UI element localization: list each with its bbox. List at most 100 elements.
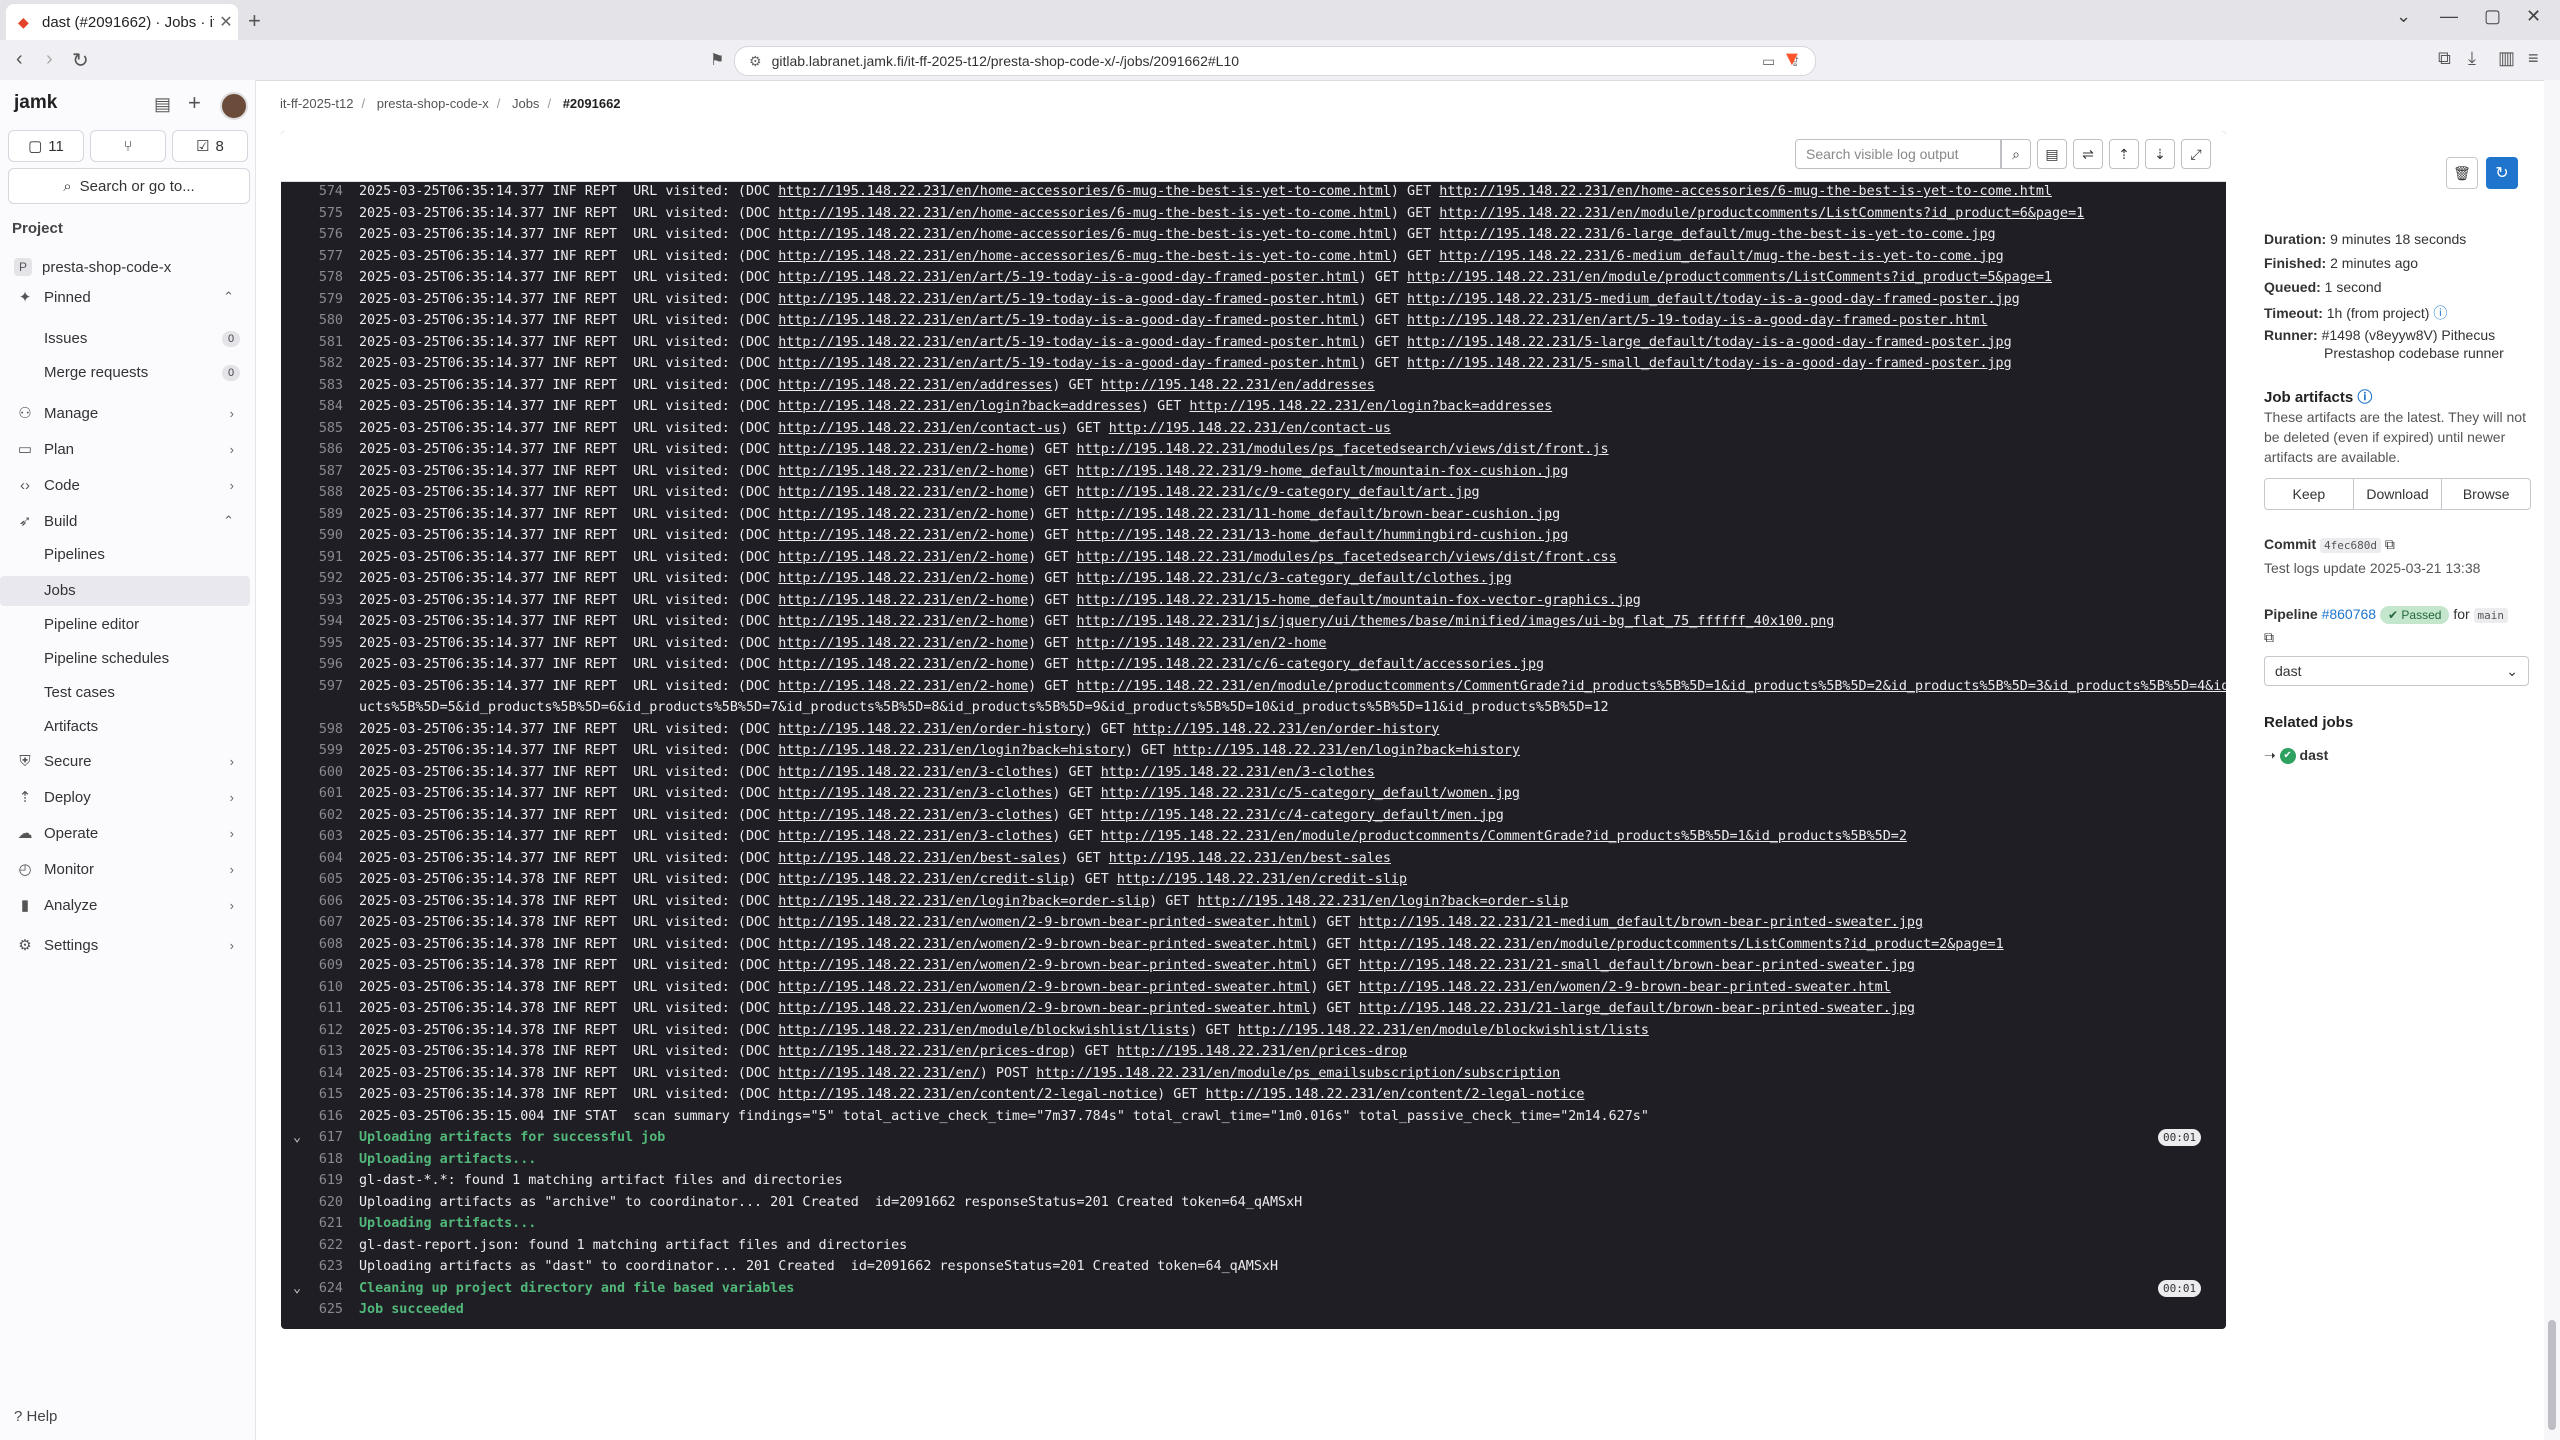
log-url-link[interactable]: http://195.148.22.231/5-large_default/to…	[1407, 335, 2012, 350]
log-url-link[interactable]: http://195.148.22.231/en/best-sales	[1109, 851, 1391, 866]
breadcrumb-job-id[interactable]: #2091662	[563, 96, 621, 111]
log-line-number[interactable]: 601	[281, 783, 343, 805]
page-scrollbar[interactable]	[2544, 80, 2560, 1440]
wrap-lines-button[interactable]: ⇌	[2073, 139, 2103, 169]
log-line-number[interactable]: 585	[281, 418, 343, 440]
copy-icon[interactable]: ⧉	[2264, 629, 2274, 646]
sidebar-item-analyze[interactable]: ▮ Analyze ›	[0, 890, 248, 920]
log-line-number[interactable]: 595	[281, 633, 343, 655]
window-close-icon[interactable]: ✕	[2526, 6, 2541, 27]
log-line-number[interactable]: 609	[281, 955, 343, 977]
log-url-link[interactable]: http://195.148.22.231/en/module/blockwis…	[778, 1023, 1189, 1038]
log-url-link[interactable]: http://195.148.22.231/13-home_default/hu…	[1077, 528, 1569, 543]
log-url-link[interactable]: http://195.148.22.231/en/login?back=orde…	[1197, 894, 1568, 909]
log-url-link[interactable]: http://195.148.22.231/en/module/ps_email…	[1036, 1066, 1560, 1081]
log-url-link[interactable]: http://195.148.22.231/en/module/productc…	[1407, 270, 2052, 285]
sidebar-item-pipelines[interactable]: Pipelines	[44, 546, 105, 563]
log-url-link[interactable]: http://195.148.22.231/en/2-home	[778, 593, 1028, 608]
url-bar[interactable]: ⚙ gitlab.labranet.jamk.fi/it-ff-2025-t12…	[734, 46, 1816, 76]
log-url-link[interactable]: http://195.148.22.231/21-small_default/b…	[1359, 958, 1915, 973]
new-tab-icon[interactable]: +	[248, 8, 261, 34]
log-url-link[interactable]: http://195.148.22.231/en/login?back=addr…	[778, 399, 1141, 414]
log-url-link[interactable]: http://195.148.22.231/en/module/productc…	[1359, 937, 2004, 952]
log-line-number[interactable]: 614	[281, 1063, 343, 1085]
pipeline-ref[interactable]: main	[2473, 608, 2509, 623]
log-url-link[interactable]: http://195.148.22.231/en/prices-drop	[1117, 1044, 1407, 1059]
log-line-number[interactable]: 594	[281, 611, 343, 633]
back-icon[interactable]: ‹	[16, 48, 23, 71]
log-url-link[interactable]: http://195.148.22.231/en/home-accessorie…	[778, 184, 1391, 199]
log-line-number[interactable]: 587	[281, 461, 343, 483]
sidebar-item-deploy[interactable]: ⇡ Deploy ›	[0, 782, 248, 812]
sidebar-item-issues[interactable]: Issues	[44, 330, 87, 347]
log-line-number[interactable]: 607	[281, 912, 343, 934]
pinned-section[interactable]: ✦ Pinned ⌃	[0, 282, 248, 312]
sidebar-item-pipeline-schedules[interactable]: Pipeline schedules	[44, 650, 169, 667]
help-button[interactable]: ? Help	[14, 1408, 57, 1425]
log-url-link[interactable]: http://195.148.22.231/en/login?back=orde…	[778, 894, 1149, 909]
log-url-link[interactable]: http://195.148.22.231/en/women/2-9-brown…	[778, 980, 1310, 995]
log-url-link[interactable]: http://195.148.22.231/en/module/productc…	[1077, 679, 2226, 694]
log-line-number[interactable]: 577	[281, 246, 343, 268]
log-url-link[interactable]: http://195.148.22.231/en/art/5-19-today-…	[778, 335, 1358, 350]
log-line-number[interactable]: 589	[281, 504, 343, 526]
log-url-link[interactable]: http://195.148.22.231/en/order-history	[1133, 722, 1439, 737]
log-url-link[interactable]: http://195.148.22.231/c/4-category_defau…	[1101, 808, 1504, 823]
log-url-link[interactable]: http://195.148.22.231/21-medium_default/…	[1359, 915, 1923, 930]
avatar[interactable]	[220, 92, 248, 120]
sidebar-item-operate[interactable]: ☁ Operate ›	[0, 818, 248, 848]
log-url-link[interactable]: http://195.148.22.231/en/3-clothes	[778, 765, 1052, 780]
log-line-number[interactable]: 617	[281, 1127, 343, 1149]
log-url-link[interactable]: http://195.148.22.231/modules/ps_faceted…	[1077, 442, 1609, 457]
mr-counter-button[interactable]: ⑂	[90, 130, 166, 162]
log-url-link[interactable]: http://195.148.22.231/js/jquery/ui/theme…	[1077, 614, 1835, 629]
sidebar-item-monitor[interactable]: ◴ Monitor ›	[0, 854, 248, 884]
log-url-link[interactable]: http://195.148.22.231/en/art/5-19-today-…	[778, 313, 1358, 328]
log-line-number[interactable]: 606	[281, 891, 343, 913]
log-url-link[interactable]: http://195.148.22.231/en/	[778, 1066, 980, 1081]
log-url-link[interactable]: http://195.148.22.231/en/2-home	[778, 442, 1028, 457]
log-url-link[interactable]: http://195.148.22.231/en/3-clothes	[778, 829, 1052, 844]
log-url-link[interactable]: http://195.148.22.231/11-home_default/br…	[1077, 507, 1561, 522]
sidebar-toggle-icon[interactable]: ▥	[2498, 48, 2515, 69]
brave-shield-icon[interactable]: ▼	[1782, 48, 1802, 71]
log-url-link[interactable]: http://195.148.22.231/en/content/2-legal…	[1206, 1087, 1585, 1102]
log-url-link[interactable]: http://195.148.22.231/5-small_default/to…	[1407, 356, 2012, 371]
tab-search-chevron-icon[interactable]: ⌄	[2396, 6, 2411, 27]
sidebar-item-merge-requests[interactable]: Merge requests	[44, 364, 148, 381]
sidebar-item-jobs[interactable]: Jobs	[44, 582, 76, 599]
log-url-link[interactable]: http://195.148.22.231/en/home-accessorie…	[778, 249, 1391, 264]
log-line-number[interactable]: 622	[281, 1235, 343, 1257]
log-url-link[interactable]: http://195.148.22.231/en/women/2-9-brown…	[778, 937, 1310, 952]
sidebar-item-plan[interactable]: ▭ Plan ›	[0, 434, 248, 464]
log-url-link[interactable]: http://195.148.22.231/en/2-home	[1077, 636, 1327, 651]
minimize-icon[interactable]: —	[2440, 6, 2458, 27]
raw-log-button[interactable]: ▤	[2037, 139, 2067, 169]
todo-counter-button[interactable]: ☑ 8	[172, 130, 248, 162]
log-url-link[interactable]: http://195.148.22.231/15-home_default/mo…	[1077, 593, 1641, 608]
log-url-link[interactable]: http://195.148.22.231/c/6-category_defau…	[1077, 657, 1545, 672]
log-url-link[interactable]: http://195.148.22.231/modules/ps_faceted…	[1077, 550, 1617, 565]
log-url-link[interactable]: http://195.148.22.231/21-large_default/b…	[1359, 1001, 1915, 1016]
log-line-number[interactable]: 597	[281, 676, 343, 698]
log-line-number[interactable]: 579	[281, 289, 343, 311]
log-line-number[interactable]: 625	[281, 1299, 343, 1321]
log-line-number[interactable]: 620	[281, 1192, 343, 1214]
log-line-number[interactable]: 591	[281, 547, 343, 569]
fullscreen-button[interactable]: ⤢	[2181, 139, 2211, 169]
maximize-icon[interactable]: ▢	[2484, 6, 2501, 27]
log-url-link[interactable]: http://195.148.22.231/c/9-category_defau…	[1077, 485, 1480, 500]
scroll-bottom-button[interactable]: ⇣	[2145, 139, 2175, 169]
log-url-link[interactable]: http://195.148.22.231/6-large_default/mu…	[1439, 227, 1995, 242]
breadcrumb-project[interactable]: presta-shop-code-x	[377, 96, 489, 111]
site-settings-icon[interactable]: ⚙	[749, 53, 762, 70]
log-line-number[interactable]: 610	[281, 977, 343, 999]
keep-button[interactable]: Keep	[2265, 479, 2354, 509]
log-url-link[interactable]: http://195.148.22.231/en/2-home	[778, 571, 1028, 586]
log-url-link[interactable]: http://195.148.22.231/en/credit-slip	[778, 872, 1068, 887]
log-url-link[interactable]: http://195.148.22.231/en/home-accessorie…	[778, 206, 1391, 221]
log-line-number[interactable]: 593	[281, 590, 343, 612]
help-icon[interactable]: ⓘ	[2433, 305, 2447, 321]
log-url-link[interactable]: http://195.148.22.231/en/women/2-9-brown…	[778, 958, 1310, 973]
log-url-link[interactable]: http://195.148.22.231/en/2-home	[778, 550, 1028, 565]
